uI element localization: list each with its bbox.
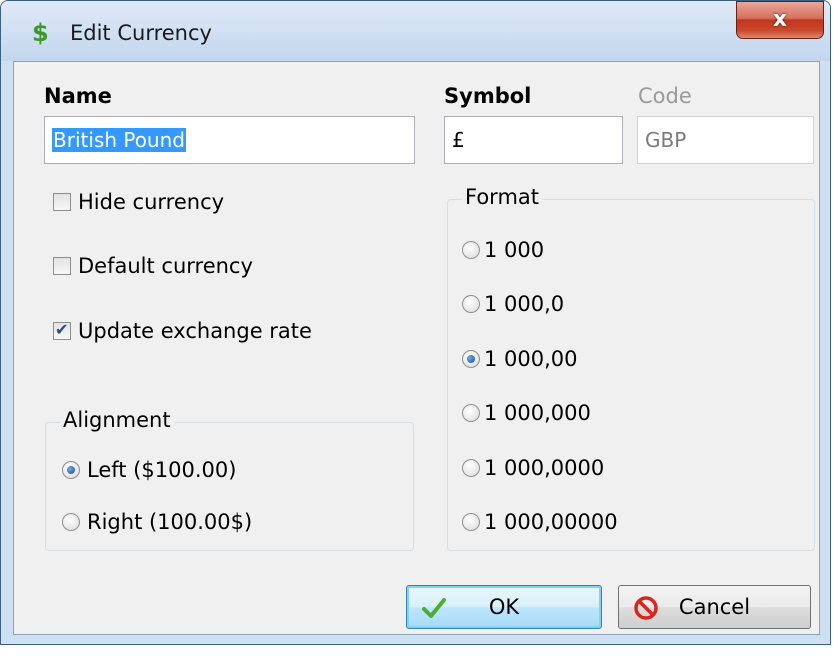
ok-button[interactable]: OK xyxy=(406,585,602,629)
format-option-label: 1 000 xyxy=(484,238,545,262)
dialog-body: Name British Pound Symbol £ Code GBP Hid… xyxy=(13,61,820,635)
format-option[interactable]: 1 000,00 xyxy=(462,347,578,371)
format-option[interactable]: 1 000,0000 xyxy=(462,456,604,480)
default-currency-label: Default currency xyxy=(78,254,253,278)
format-option-label: 1 000,00 xyxy=(484,347,578,371)
format-title: Format xyxy=(462,185,543,209)
close-button[interactable]: x xyxy=(736,1,824,39)
default-currency-checkbox[interactable]: Default currency xyxy=(53,254,253,278)
format-option[interactable]: 1 000,000 xyxy=(462,401,591,425)
name-value: British Pound xyxy=(52,128,186,152)
alignment-left-label: Left ($100.00) xyxy=(87,458,237,482)
symbol-label: Symbol xyxy=(444,84,532,108)
format-option[interactable]: 1 000,0 xyxy=(462,292,564,316)
alignment-right-label: Right (100.00$) xyxy=(87,510,253,534)
format-option[interactable]: 1 000 xyxy=(462,238,544,262)
code-label: Code xyxy=(638,84,692,108)
ok-label: OK xyxy=(488,595,520,619)
title-bar[interactable]: $ Edit Currency x xyxy=(1,1,830,61)
alignment-title: Alignment xyxy=(60,408,174,432)
cancel-label: Cancel xyxy=(678,595,751,619)
window-title: Edit Currency xyxy=(70,21,212,45)
radio-button[interactable] xyxy=(462,295,480,313)
radio-button[interactable] xyxy=(462,350,480,368)
close-icon: x xyxy=(772,7,788,32)
alignment-left-radio[interactable]: Left ($100.00) xyxy=(62,458,236,482)
update-exchange-rate-box[interactable] xyxy=(53,320,71,340)
symbol-value: £ xyxy=(452,128,465,152)
radio-button[interactable] xyxy=(462,459,480,477)
edit-currency-dialog: $ Edit Currency x Name British Pound Sym… xyxy=(0,0,831,645)
cancel-button[interactable]: Cancel xyxy=(618,585,811,629)
default-currency-box[interactable] xyxy=(53,257,71,275)
radio-button[interactable] xyxy=(62,461,80,479)
symbol-input[interactable]: £ xyxy=(444,116,623,164)
name-label: Name xyxy=(44,84,112,108)
radio-button[interactable] xyxy=(62,513,80,531)
radio-button[interactable] xyxy=(462,404,480,422)
hide-currency-box[interactable] xyxy=(53,193,71,211)
hide-currency-label: Hide currency xyxy=(78,190,225,214)
update-exchange-rate-label: Update exchange rate xyxy=(78,319,312,343)
svg-text:$: $ xyxy=(32,19,49,45)
alignment-right-radio[interactable]: Right (100.00$) xyxy=(62,510,252,534)
radio-button[interactable] xyxy=(462,513,480,531)
format-option-label: 1 000,0000 xyxy=(484,456,605,480)
code-input: GBP xyxy=(637,116,814,164)
hide-currency-checkbox[interactable]: Hide currency xyxy=(53,190,224,214)
update-exchange-rate-checkbox[interactable]: Update exchange rate xyxy=(53,319,312,343)
format-option-label: 1 000,0 xyxy=(484,292,565,316)
radio-button[interactable] xyxy=(462,241,480,259)
code-value: GBP xyxy=(645,128,687,152)
name-input[interactable]: British Pound xyxy=(44,116,415,164)
format-group: Format 1 000 1 000,0 1 000,00 1 000,000 … xyxy=(447,185,815,551)
format-option-label: 1 000,00000 xyxy=(484,510,618,534)
alignment-group: Alignment Left ($100.00) Right (100.00$) xyxy=(45,408,414,551)
format-option-label: 1 000,000 xyxy=(484,401,591,425)
format-option[interactable]: 1 000,00000 xyxy=(462,510,618,534)
dollar-icon: $ xyxy=(32,19,49,45)
